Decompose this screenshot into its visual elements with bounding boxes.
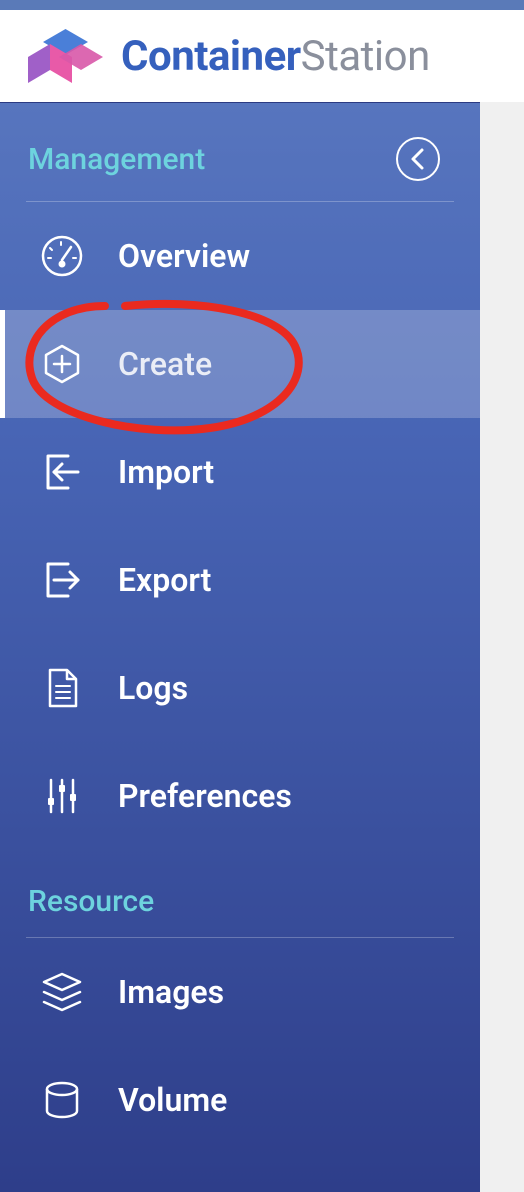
section-title: Management xyxy=(28,142,205,177)
sidebar-item-import[interactable]: Import xyxy=(0,418,480,526)
app-header: ContainerStation xyxy=(0,10,524,102)
sidebar-item-label: Overview xyxy=(118,237,250,275)
sidebar-item-label: Preferences xyxy=(118,777,292,815)
chevron-left-icon xyxy=(409,147,427,171)
section-header-management: Management xyxy=(0,103,480,201)
section-header-resource: Resource xyxy=(0,850,480,937)
sidebar-item-label: Images xyxy=(118,973,224,1011)
sidebar-item-logs[interactable]: Logs xyxy=(0,634,480,742)
sidebar: Management Overview xyxy=(0,102,480,1192)
app-title-bold: Container xyxy=(121,32,301,81)
document-icon xyxy=(40,666,84,710)
dashboard-icon xyxy=(40,234,84,278)
section-title: Resource xyxy=(28,884,154,919)
sidebar-item-label: Create xyxy=(118,345,212,383)
container-station-logo-icon xyxy=(28,29,103,84)
cylinder-icon xyxy=(40,1078,84,1122)
app-title-light: Station xyxy=(301,32,430,81)
sidebar-item-label: Import xyxy=(118,453,214,491)
app-title: ContainerStation xyxy=(121,32,430,81)
sidebar-item-create[interactable]: Create xyxy=(0,310,480,418)
sidebar-item-volume[interactable]: Volume xyxy=(0,1046,480,1154)
import-icon xyxy=(40,450,84,494)
sliders-icon xyxy=(40,774,84,818)
sidebar-item-overview[interactable]: Overview xyxy=(0,202,480,310)
sidebar-item-label: Volume xyxy=(118,1081,227,1119)
export-icon xyxy=(40,558,84,602)
sidebar-item-preferences[interactable]: Preferences xyxy=(0,742,480,850)
layers-icon xyxy=(40,970,84,1014)
plus-hexagon-icon xyxy=(40,342,84,386)
sidebar-item-label: Logs xyxy=(118,669,188,707)
sidebar-item-label: Export xyxy=(118,561,211,599)
window-titlebar xyxy=(0,0,524,10)
collapse-sidebar-button[interactable] xyxy=(396,137,440,181)
sidebar-item-export[interactable]: Export xyxy=(0,526,480,634)
sidebar-item-images[interactable]: Images xyxy=(0,938,480,1046)
